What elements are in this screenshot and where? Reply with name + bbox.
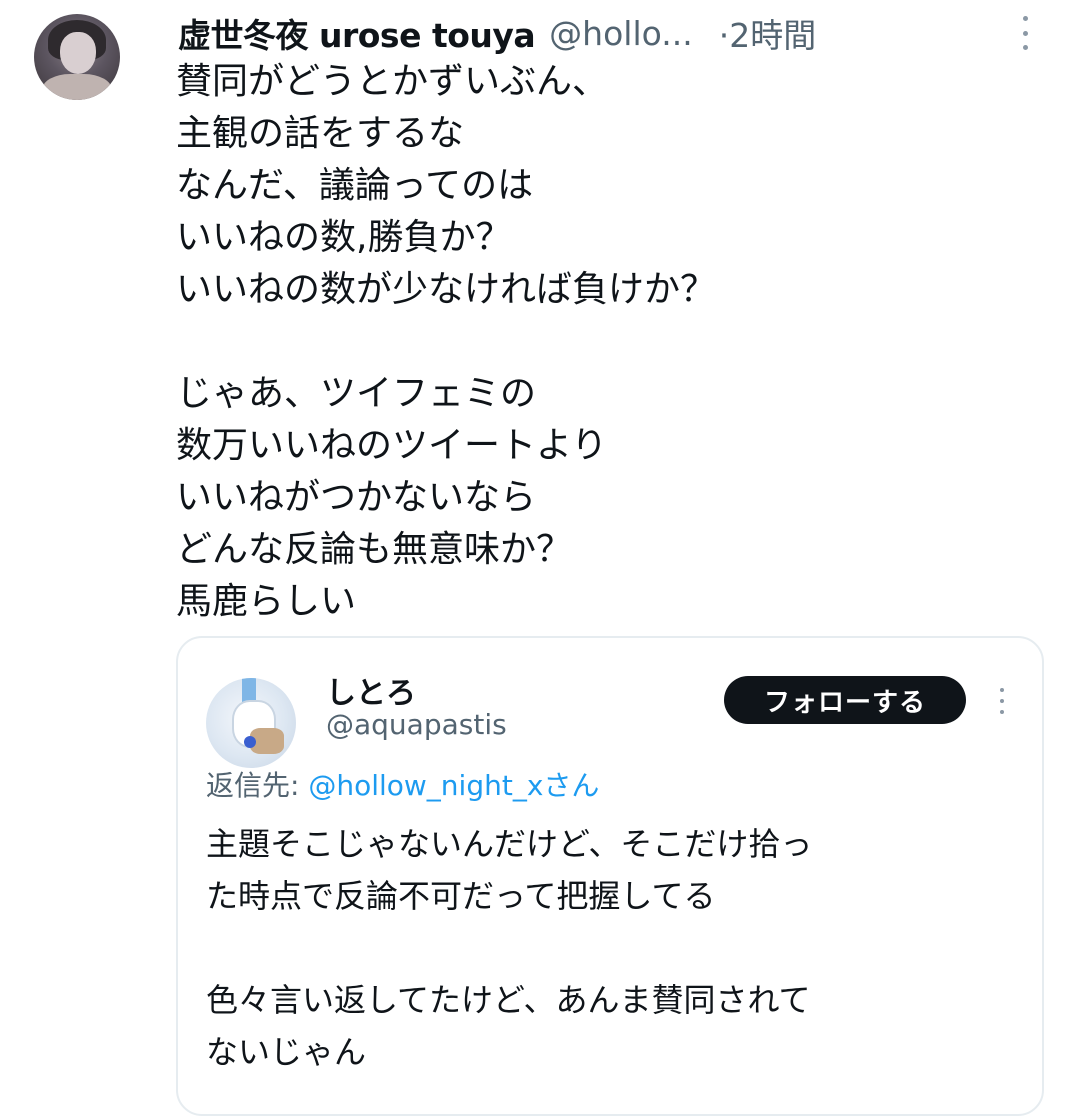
quoted-user-handle[interactable]: @aquapastis [326, 708, 507, 741]
quoted-line: た時点で反論不可だって把握してる [206, 877, 716, 915]
reply-mention-link[interactable]: @hollow_night_xさん [308, 769, 599, 802]
tweet-line: 主観の話をするな [176, 113, 465, 154]
quoted-tweet-body: 主題そこじゃないんだけど、そこだけ拾っ た時点で反論不可だって把握してる 色々言… [206, 818, 1026, 1078]
reply-to-prefix: 返信先: [206, 769, 309, 802]
avatar-shape [244, 736, 256, 748]
quoted-tweet-card[interactable]: しとろ @aquapastis フォローする 返信先: @hollow_nigh… [176, 636, 1044, 1116]
tweet-line: 馬鹿らしい [176, 581, 357, 622]
display-name[interactable]: 虚世冬夜 urose touya [178, 9, 536, 57]
user-avatar[interactable] [34, 14, 120, 100]
quoted-blank-line [206, 922, 1026, 974]
tweet-line: 賛同がどうとかずいぶん、 [176, 61, 609, 102]
quoted-user-avatar[interactable] [206, 678, 296, 768]
avatar-body-shape [42, 74, 112, 100]
tweet-line: いいねの数が少なければ負けか？ [176, 269, 717, 310]
reply-to-line: 返信先: @hollow_night_xさん [206, 764, 599, 804]
tweet-line: 数万いいねのツイートより [176, 425, 608, 466]
quoted-display-name[interactable]: しとろ [326, 668, 416, 712]
tweet-header: 虚世冬夜 urose touya @hollo... ·2時間 [178, 8, 1050, 58]
tweet-body: 賛同がどうとかずいぶん、 主観の話をするな なんだ、議論ってのは いいねの数,勝… [176, 56, 1036, 628]
tweet-line: じゃあ、ツイフェミの [176, 373, 537, 414]
tweet-line: いいねがつかないなら [176, 477, 537, 518]
tweet-line: どんな反論も無意味か？ [176, 529, 573, 570]
quoted-line: 色々言い返してたけど、あんま賛同されて [206, 981, 811, 1019]
quoted-line: ないじゃん [206, 1033, 367, 1071]
follow-button[interactable]: フォローする [724, 676, 966, 724]
tweet-line: いいねの数,勝負か？ [176, 217, 512, 258]
user-handle[interactable]: @hollo... [549, 14, 693, 53]
more-vertical-icon[interactable] [1020, 16, 1030, 50]
quoted-line: 主題そこじゃないんだけど、そこだけ拾っ [206, 825, 813, 863]
tweet-timestamp[interactable]: ·2時間 [719, 9, 817, 57]
avatar-face-shape [60, 32, 96, 74]
tweet-line: なんだ、議論ってのは [176, 165, 534, 206]
more-vertical-icon[interactable] [998, 688, 1006, 714]
